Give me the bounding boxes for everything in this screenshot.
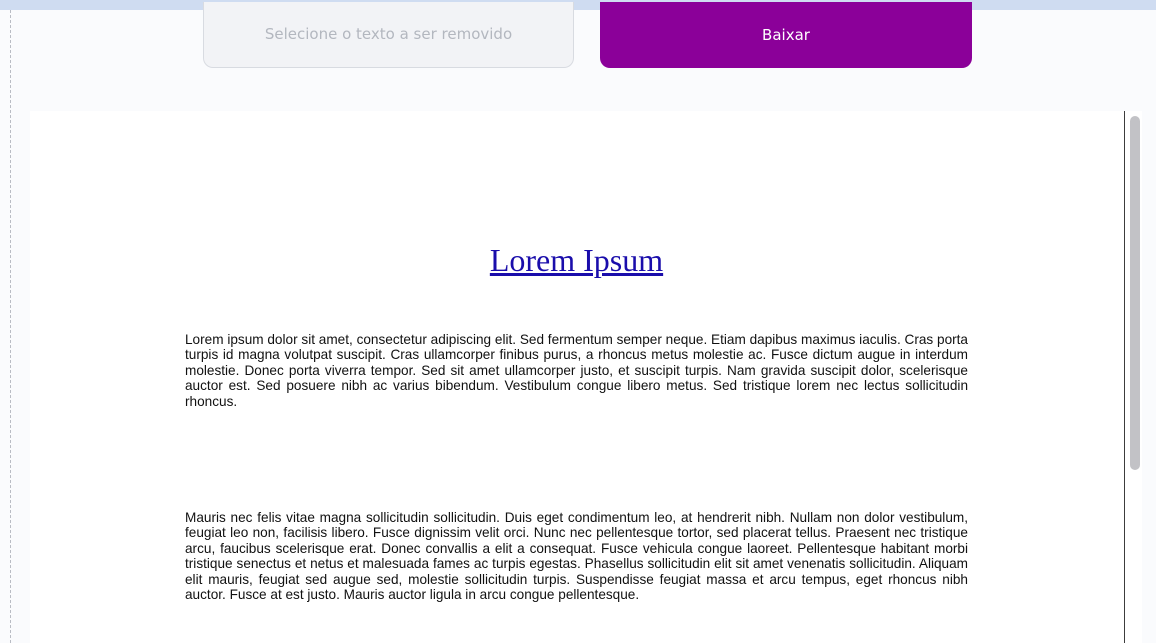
document-paragraph-2[interactable]: Mauris nec felis vitae magna sollicitudi…: [185, 510, 968, 602]
document-paragraph-1[interactable]: Lorem ipsum dolor sit amet, consectetur …: [185, 332, 968, 409]
download-button[interactable]: Baixar: [600, 2, 972, 68]
vertical-scrollbar-thumb[interactable]: [1130, 116, 1140, 470]
download-button-label: Baixar: [762, 26, 810, 44]
text-select-placeholder: Selecione o texto a ser removido: [264, 25, 513, 43]
window-top-strip: [0, 0, 1156, 10]
text-select-field[interactable]: Selecione o texto a ser removido: [203, 2, 574, 68]
document-title[interactable]: Lorem Ipsum: [185, 240, 968, 280]
dashed-guide-line: [10, 10, 11, 643]
document-viewer[interactable]: Lorem Ipsum Lorem ipsum dolor sit amet, …: [30, 111, 1126, 643]
viewer-right-border: [1124, 111, 1125, 643]
